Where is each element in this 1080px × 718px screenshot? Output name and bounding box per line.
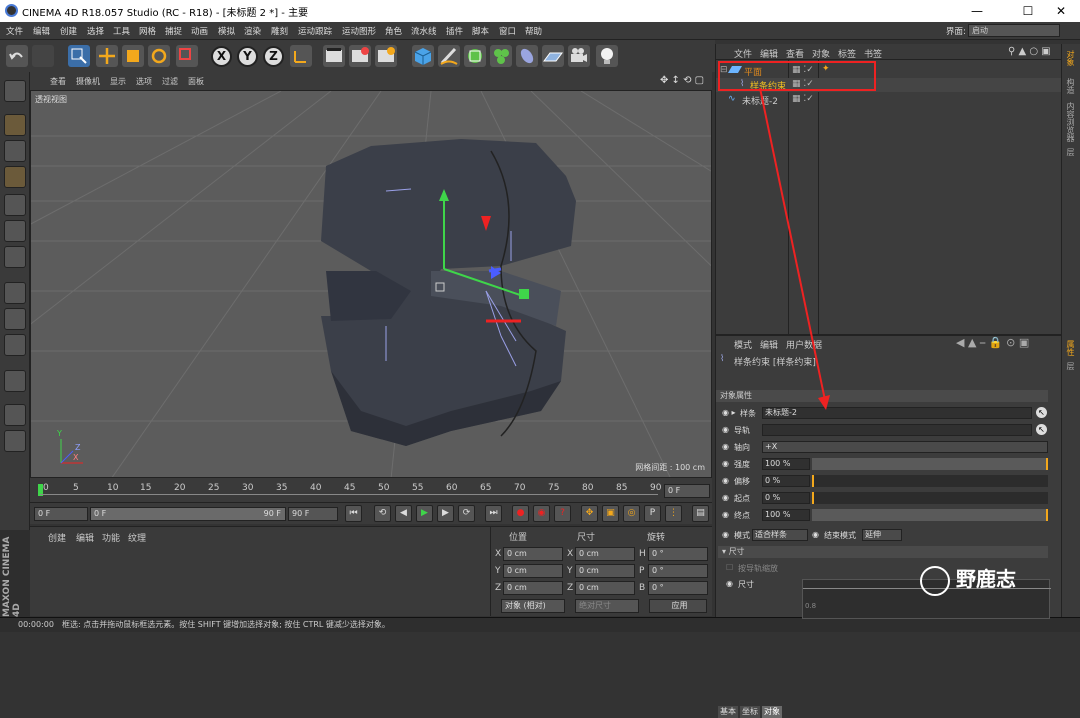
watermark-text: 野鹿志 <box>956 567 1016 591</box>
attr-tab-basic[interactable]: 基本 <box>718 706 738 718</box>
annotation-arrow <box>759 87 830 410</box>
attr-tab-object[interactable]: 对象 <box>762 706 782 718</box>
attr-tab-coord[interactable]: 坐标 <box>740 706 760 718</box>
wechat-icon <box>920 566 950 596</box>
